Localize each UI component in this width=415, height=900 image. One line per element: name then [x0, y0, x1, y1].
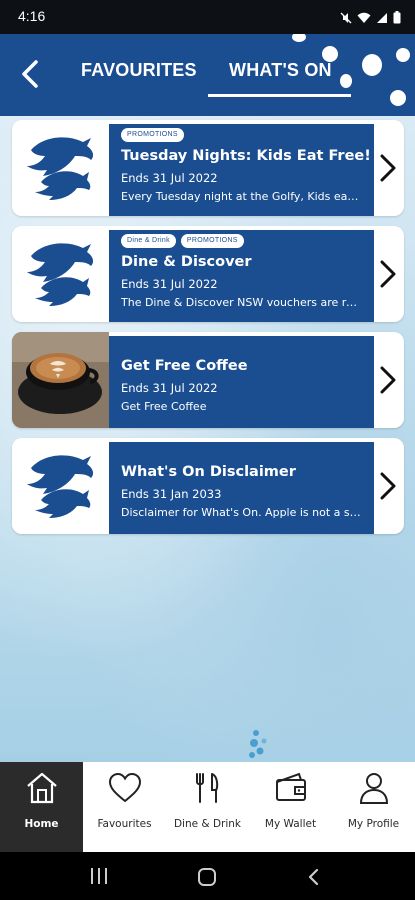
nav-label: My Profile [347, 818, 400, 830]
list-item[interactable]: Dine & Drink PROMOTIONS Dine & Discover … [12, 226, 404, 322]
card-body: What's On Disclaimer Ends 31 Jan 2033 Di… [109, 442, 374, 534]
card-description: Disclaimer for What's On. Apple is not a… [121, 506, 361, 519]
card-description: Get Free Coffee [121, 400, 207, 413]
tag-promotions: PROMOTIONS [121, 128, 184, 142]
nav-dine-drink[interactable]: Dine & Drink [166, 762, 249, 852]
decorative-dot [396, 48, 410, 62]
card-end-date: Ends 31 Jan 2033 [121, 487, 222, 501]
dolphin-logo-icon [12, 226, 109, 322]
chevron-right-icon [380, 366, 396, 394]
list-item[interactable]: Get Free Coffee Ends 31 Jul 2022 Get Fre… [12, 332, 404, 428]
tag-list: Dine & Drink PROMOTIONS [121, 234, 374, 248]
nav-label: Favourites [97, 818, 152, 830]
back-arrow-icon [22, 60, 38, 88]
home-system-icon[interactable] [197, 867, 217, 887]
card-body: PROMOTIONS Tuesday Nights: Kids Eat Free… [109, 124, 374, 216]
dolphin-logo-icon [12, 438, 109, 534]
card-end-date: Ends 31 Jul 2022 [121, 171, 218, 185]
status-time: 4:16 [18, 8, 46, 24]
decorative-dot [292, 34, 306, 42]
card-title: Dine & Discover [121, 254, 252, 270]
bottom-navigation: Home Favourites Dine & Drink My Wallet M… [0, 762, 415, 852]
home-icon [27, 772, 57, 804]
heart-icon [108, 772, 142, 803]
card-description: Every Tuesday night at the Golfy, Kids e… [121, 190, 361, 203]
card-body: Dine & Drink PROMOTIONS Dine & Discover … [109, 230, 374, 322]
tag-dine-drink: Dine & Drink [121, 234, 176, 248]
recent-apps-icon[interactable] [89, 867, 109, 885]
chevron-right-icon [380, 260, 396, 288]
decorative-dot [362, 54, 382, 76]
app-header: FAVOURITES WHAT'S ON [0, 34, 415, 116]
system-navigation-bar [0, 852, 415, 900]
chevron-right-icon [380, 154, 396, 182]
tab-favourites[interactable]: FAVOURITES [81, 60, 197, 81]
coffee-photo [12, 332, 109, 428]
utensils-icon [196, 773, 219, 803]
nav-favourites[interactable]: Favourites [83, 762, 166, 852]
status-bar: 4:16 [0, 0, 415, 34]
tag-list: PROMOTIONS [121, 128, 374, 142]
wifi-icon [357, 9, 371, 28]
list-item[interactable]: PROMOTIONS Tuesday Nights: Kids Eat Free… [12, 120, 404, 216]
wallet-icon [276, 772, 306, 801]
card-title: Tuesday Nights: Kids Eat Free! [121, 148, 371, 164]
card-description: The Dine & Discover NSW vouchers are re.… [121, 296, 361, 309]
card-end-date: Ends 31 Jul 2022 [121, 277, 218, 291]
nav-label: My Wallet [264, 818, 317, 830]
list-item[interactable]: What's On Disclaimer Ends 31 Jan 2033 Di… [12, 438, 404, 534]
nav-my-wallet[interactable]: My Wallet [249, 762, 332, 852]
status-icons [340, 9, 401, 28]
dolphin-logo-icon [12, 120, 109, 216]
chevron-right-icon [380, 472, 396, 500]
decorative-dot [340, 74, 352, 88]
whats-on-list: PROMOTIONS Tuesday Nights: Kids Eat Free… [0, 116, 415, 762]
tab-whats-on[interactable]: WHAT'S ON [229, 60, 332, 81]
nav-label: Dine & Drink [173, 818, 242, 830]
mute-icon [340, 9, 352, 28]
nav-home[interactable]: Home [0, 762, 83, 852]
nav-my-profile[interactable]: My Profile [332, 762, 415, 852]
signal-icon [376, 9, 388, 28]
active-tab-indicator [208, 94, 351, 97]
battery-icon [393, 9, 401, 28]
card-title: Get Free Coffee [121, 358, 248, 374]
back-system-icon[interactable] [306, 867, 322, 887]
decorative-dot [390, 90, 406, 106]
nav-label: Home [24, 818, 59, 830]
card-title: What's On Disclaimer [121, 464, 296, 480]
user-icon [359, 773, 389, 804]
water-drops-decoration [249, 730, 267, 758]
card-end-date: Ends 31 Jul 2022 [121, 381, 218, 395]
card-body: Get Free Coffee Ends 31 Jul 2022 Get Fre… [109, 336, 374, 428]
back-button[interactable] [14, 54, 50, 94]
tag-promotions: PROMOTIONS [180, 234, 244, 248]
